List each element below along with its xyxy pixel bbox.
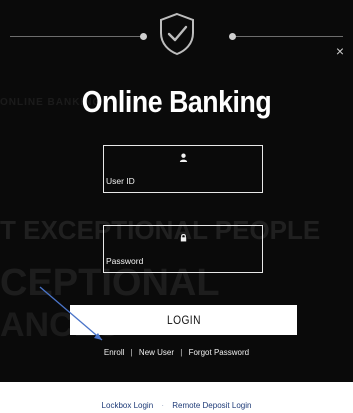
enroll-link[interactable]: Enroll: [104, 348, 124, 357]
login-modal: Online Banking T EXCEPTIONAL PEOPLE CEPT…: [0, 0, 353, 382]
footer-separator: ·: [161, 401, 165, 410]
remote-deposit-login-link[interactable]: Remote Deposit Login: [172, 401, 251, 410]
lock-icon: [104, 229, 262, 247]
divider-dot: [229, 33, 236, 40]
password-placeholder: Password: [106, 256, 144, 266]
user-icon: [104, 149, 262, 167]
account-links: Enroll | New User | Forgot Password: [0, 348, 353, 357]
login-button-label: LOGIN: [166, 313, 201, 327]
forgot-password-link[interactable]: Forgot Password: [189, 348, 249, 357]
page-title: Online Banking: [81, 84, 272, 119]
lockbox-login-link[interactable]: Lockbox Login: [102, 401, 154, 410]
footer-links: Lockbox Login · Remote Deposit Login: [0, 401, 353, 410]
link-separator: |: [130, 348, 133, 357]
close-icon[interactable]: ×: [333, 44, 347, 58]
user-id-placeholder: User ID: [106, 176, 135, 186]
user-id-field[interactable]: User ID: [103, 145, 263, 193]
annotation-arrow: [39, 286, 103, 341]
new-user-link[interactable]: New User: [139, 348, 174, 357]
header-divider-left: [10, 36, 143, 37]
shield-check-icon: [160, 12, 194, 56]
header-divider-right: [230, 36, 343, 37]
password-field[interactable]: Password: [103, 225, 263, 273]
link-separator: |: [180, 348, 183, 357]
divider-dot: [140, 33, 147, 40]
